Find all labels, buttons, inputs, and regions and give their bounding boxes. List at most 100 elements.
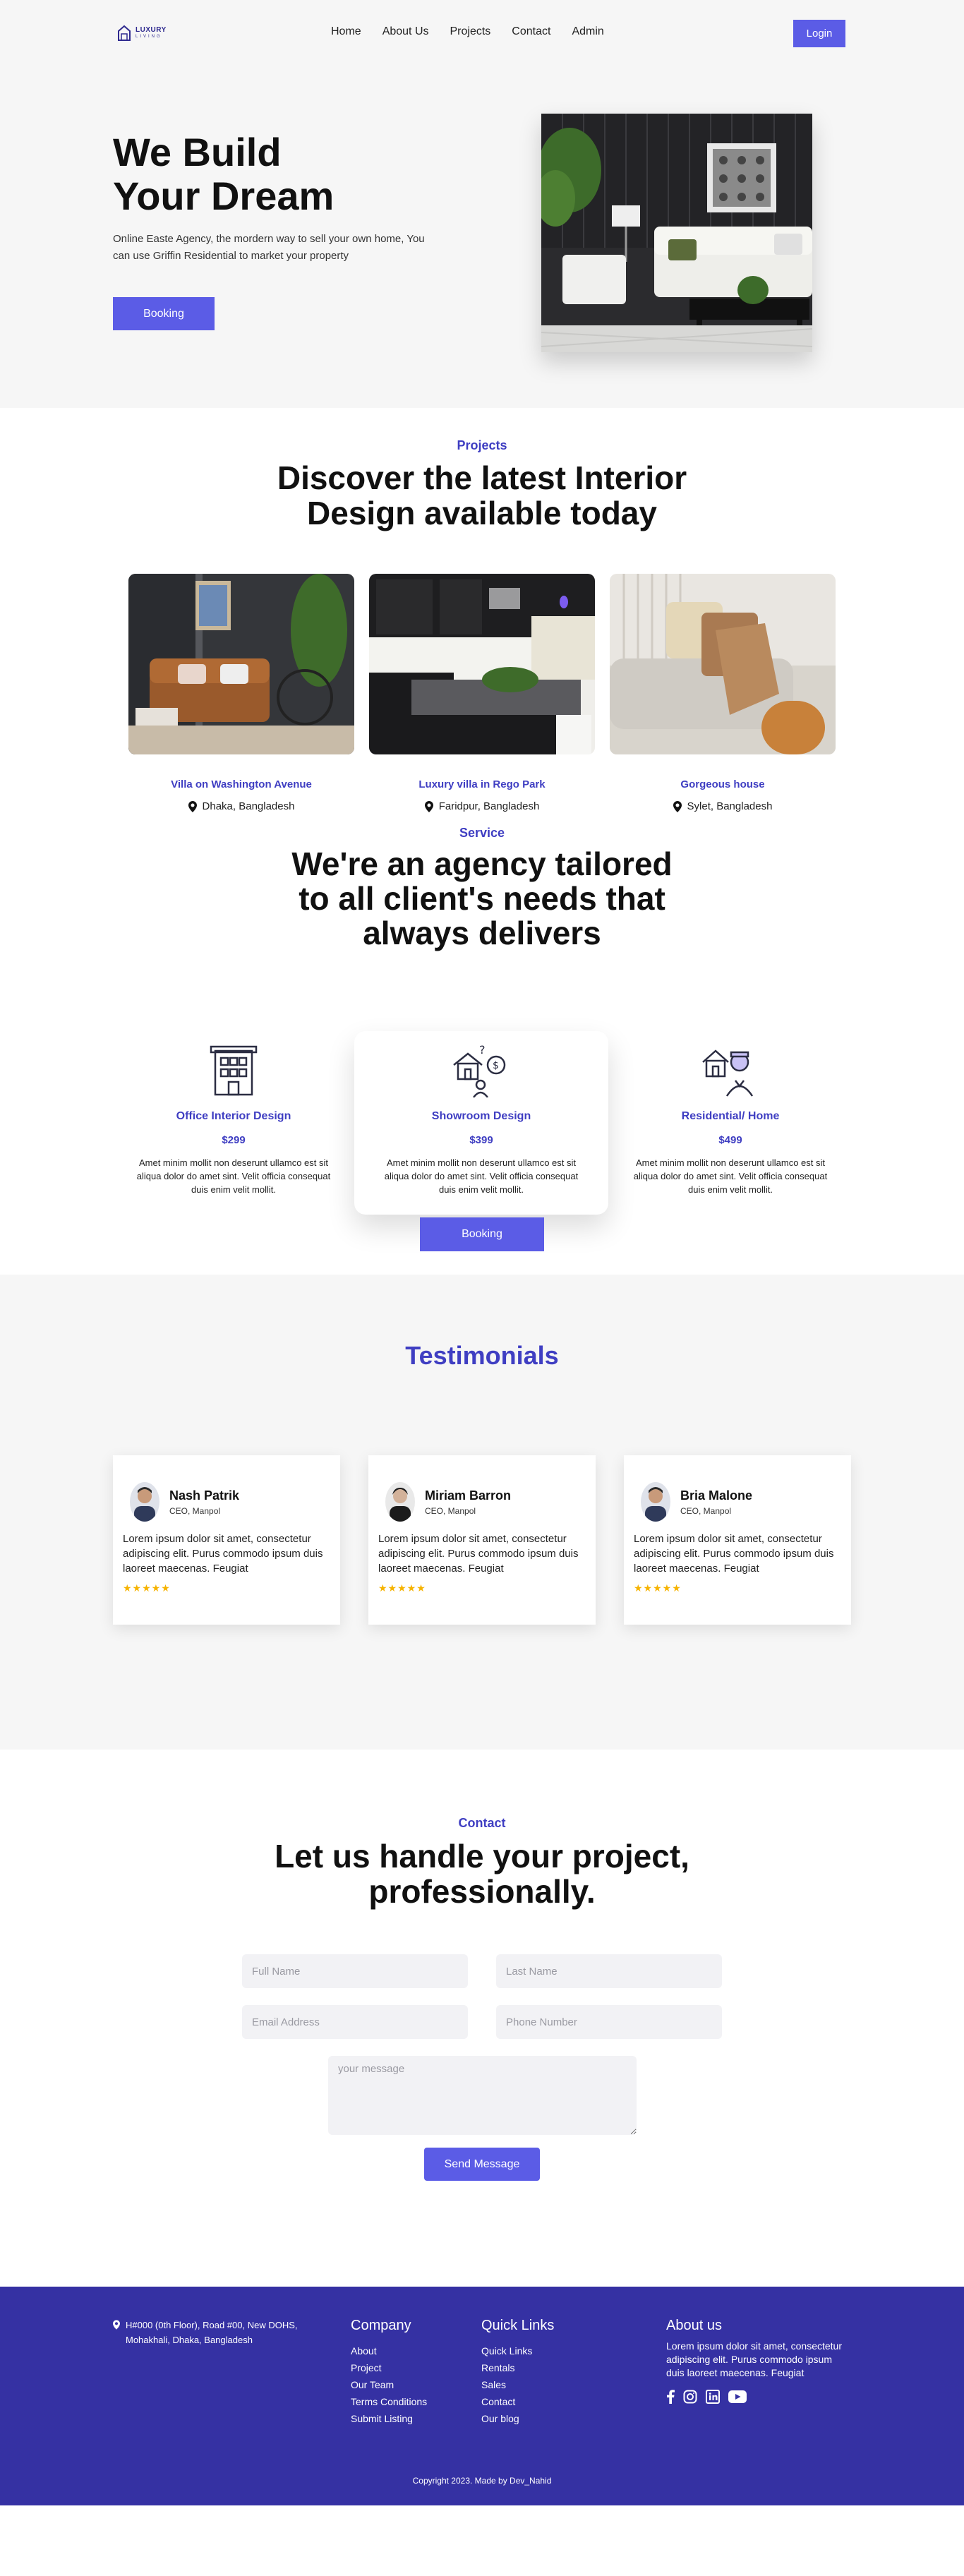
service-eyebrow: Service	[459, 826, 505, 840]
footer: H#000 (0th Floor), Road #00, New DOHS, M…	[0, 2287, 964, 2505]
full-name-input[interactable]	[242, 1954, 468, 1988]
project-location-text: Faridpur, Bangladesh	[438, 800, 540, 812]
testimonial-name: Bria Malone	[680, 1488, 753, 1503]
testimonial-header: Nash Patrik CEO, Manpol	[130, 1482, 330, 1522]
service-card[interactable]: Office Interior Design $299 Amet minim m…	[107, 1031, 361, 1215]
testimonial-role: CEO, Manpol	[169, 1505, 221, 1516]
footer-link-quick-links[interactable]: Quick Links	[481, 2342, 554, 2359]
footer-about-text: Lorem ipsum dolor sit amet, consectetur …	[666, 2340, 842, 2378]
footer-link-project[interactable]: Project	[351, 2359, 427, 2376]
service-card[interactable]: Residential/ Home $499 Amet minim mollit…	[603, 1031, 857, 1215]
footer-link-our-blog[interactable]: Our blog	[481, 2410, 554, 2427]
message-textarea[interactable]	[328, 2056, 637, 2135]
logo-text-bottom: LIVING	[135, 35, 162, 39]
testimonial-header: Miriam Barron CEO, Manpol	[385, 1482, 586, 1522]
testimonial-name: Miriam Barron	[425, 1488, 512, 1503]
project-card[interactable]: Villa on Washington Avenue Dhaka, Bangla…	[128, 574, 354, 812]
service-price: $299	[222, 1134, 246, 1146]
service-title-line3: always delivers	[363, 915, 601, 951]
email-input[interactable]	[242, 2005, 468, 2039]
login-button[interactable]: Login	[793, 20, 845, 47]
office-building-icon	[107, 1041, 361, 1097]
testimonial-text: Lorem ipsum dolor sit amet, consectetur …	[123, 1533, 323, 1575]
residential-home-agent-icon	[603, 1041, 857, 1097]
star-rating-icon: ★★★★★	[634, 1582, 682, 1594]
footer-address-text: H#000 (0th Floor), Road #00, New DOHS, M…	[126, 2320, 298, 2345]
star-rating-icon: ★★★★★	[378, 1582, 426, 1594]
testimonials-section: Testimonials Nash Patrik CEO, Manpol Lor…	[0, 1275, 964, 1750]
footer-about-title: About us	[666, 2318, 722, 2333]
phone-input[interactable]	[496, 2005, 722, 2039]
location-pin-icon	[673, 800, 682, 812]
linkedin-icon[interactable]	[706, 2390, 720, 2407]
testimonial-text: Lorem ipsum dolor sit amet, consectetur …	[378, 1533, 579, 1575]
hero-title: We Build Your Dream	[113, 131, 480, 218]
project-name: Gorgeous house	[680, 778, 765, 790]
location-pin-icon	[188, 800, 197, 812]
send-message-button[interactable]: Send Message	[424, 2148, 540, 2181]
service-title-line2: to all client's needs that	[299, 880, 665, 917]
hero-title-line1: We Build	[113, 130, 282, 174]
nav-home[interactable]: Home	[331, 25, 361, 38]
top-nav: LUXURY LIVING Home About Us Projects Con…	[0, 0, 964, 67]
footer-link-sales[interactable]: Sales	[481, 2376, 554, 2393]
logo-house-icon	[118, 25, 131, 41]
footer-link-rentals[interactable]: Rentals	[481, 2359, 554, 2376]
facebook-icon[interactable]	[666, 2390, 675, 2407]
hero-living-room-image	[541, 114, 812, 352]
showroom-house-money-icon: $ ?	[354, 1041, 608, 1097]
svg-text:?: ?	[479, 1043, 486, 1057]
copyright-text: Copyright 2023. Made by Dev_Nahid	[412, 2476, 552, 2486]
project-card[interactable]: Luxury villa in Rego Park Faridpur, Bang…	[369, 574, 595, 812]
footer-link-our-team[interactable]: Our Team	[351, 2376, 427, 2393]
service-name: Showroom Design	[431, 1110, 531, 1122]
hero-title-line2: Your Dream	[113, 174, 335, 218]
footer-link-contact[interactable]: Contact	[481, 2393, 554, 2410]
project-image-house	[610, 574, 836, 754]
testimonial-text: Lorem ipsum dolor sit amet, consectetur …	[634, 1533, 834, 1575]
service-section: Service We're an agency tailored to all …	[0, 816, 964, 1275]
nav-admin[interactable]: Admin	[572, 25, 603, 38]
testimonials-title: Testimonials	[405, 1341, 559, 1370]
location-pin-icon	[424, 800, 433, 812]
youtube-icon[interactable]	[728, 2390, 747, 2407]
projects-title: Discover the latest Interior Design avai…	[0, 460, 964, 531]
logo[interactable]: LUXURY LIVING	[117, 25, 167, 42]
svg-text:$: $	[493, 1060, 499, 1071]
project-name: Luxury villa in Rego Park	[418, 778, 546, 790]
project-name: Villa on Washington Avenue	[171, 778, 312, 790]
project-location-text: Dhaka, Bangladesh	[202, 800, 295, 812]
project-location: Faridpur, Bangladesh	[369, 800, 595, 812]
projects-title-line1: Discover the latest Interior	[277, 459, 687, 496]
avatar	[130, 1482, 159, 1522]
last-name-input[interactable]	[496, 1954, 722, 1988]
footer-quick-title: Quick Links	[481, 2318, 555, 2333]
footer-about: About us Lorem ipsum dolor sit amet, con…	[666, 2318, 850, 2407]
location-pin-icon	[113, 2320, 120, 2330]
nav-contact[interactable]: Contact	[512, 25, 550, 38]
footer-company-column: Company About Project Our Team Terms Con…	[351, 2318, 427, 2427]
testimonial-role: CEO, Manpol	[425, 1505, 476, 1516]
testimonial-name: Nash Patrik	[169, 1488, 240, 1503]
project-location-text: Sylet, Bangladesh	[687, 800, 773, 812]
footer-link-terms[interactable]: Terms Conditions	[351, 2393, 427, 2410]
project-card[interactable]: Gorgeous house Sylet, Bangladesh	[610, 574, 836, 812]
contact-eyebrow: Contact	[458, 1816, 506, 1830]
contact-title-line2: professionally.	[368, 1873, 596, 1910]
footer-link-submit-listing[interactable]: Submit Listing	[351, 2410, 427, 2427]
hero-description: Online Easte Agency, the mordern way to …	[113, 233, 425, 262]
service-card-featured[interactable]: $ ? Showroom Design $399 Amet minim moll…	[354, 1031, 608, 1215]
instagram-icon[interactable]	[683, 2390, 697, 2407]
footer-company-title: Company	[351, 2318, 411, 2333]
nav-about-us[interactable]: About Us	[382, 25, 429, 38]
contact-title-line1: Let us handle your project,	[275, 1838, 689, 1874]
project-location: Dhaka, Bangladesh	[128, 800, 354, 812]
hero-booking-button[interactable]: Booking	[113, 297, 215, 330]
nav-projects[interactable]: Projects	[450, 25, 491, 38]
footer-link-about[interactable]: About	[351, 2342, 427, 2359]
social-links	[666, 2390, 850, 2407]
service-price: $499	[718, 1134, 742, 1146]
testimonial-header: Bria Malone CEO, Manpol	[641, 1482, 841, 1522]
service-booking-button[interactable]: Booking	[420, 1217, 544, 1251]
logo-text-top: LUXURY	[135, 26, 167, 34]
